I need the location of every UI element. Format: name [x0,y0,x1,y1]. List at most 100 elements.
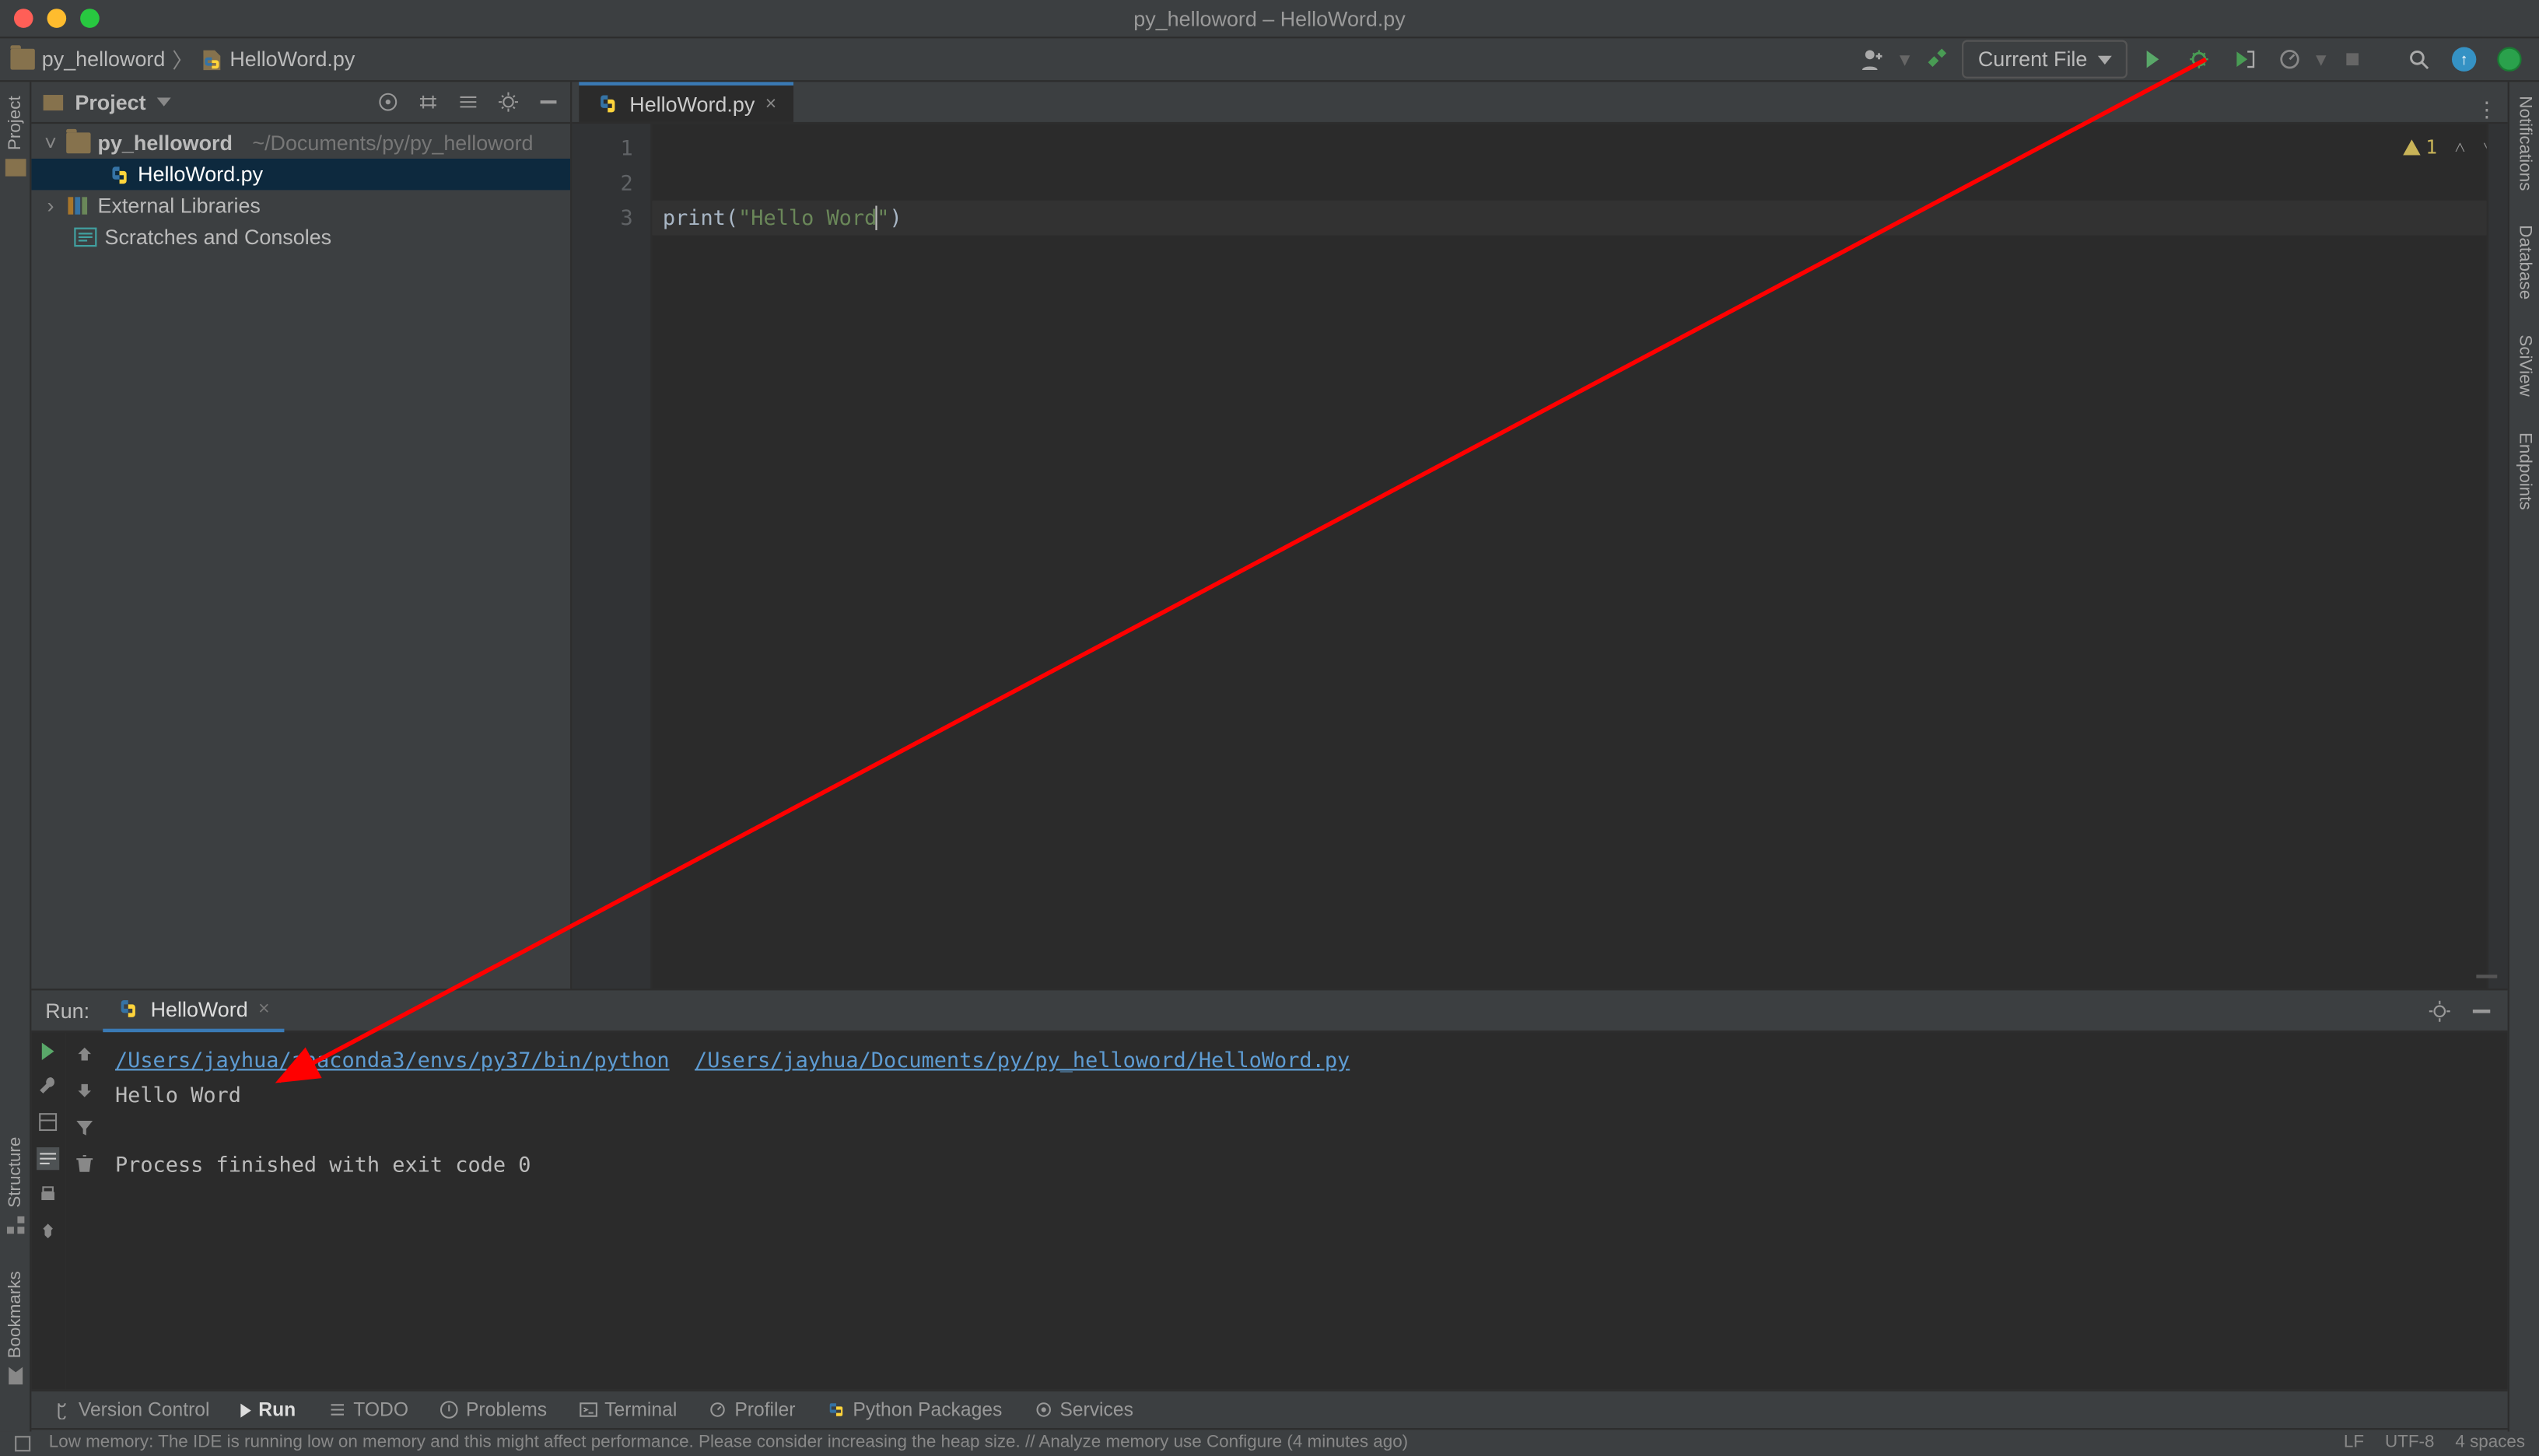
close-tab-icon[interactable]: × [765,93,776,114]
run-python-path[interactable]: /Users/jayhua/anaconda3/envs/py37/bin/py… [115,1048,670,1072]
sidebar-item-structure[interactable]: Structure [5,1138,26,1237]
editor-tab-strip: HelloWord.py × ⋮ [572,82,2507,124]
project-tree[interactable]: ˅ py_helloword ~/Documents/py/py_hellowo… [31,124,570,989]
scratches-icon [73,226,97,247]
status-indent[interactable]: 4 spaces [2455,1433,2525,1453]
sidebar-item-bookmarks[interactable]: Bookmarks [5,1271,26,1386]
editor-code[interactable]: print("Hello Word") 1 ˄ ˅ [652,124,2507,989]
bottom-item-run[interactable]: Run [241,1399,296,1420]
folder-icon [10,49,34,70]
library-icon [66,195,90,216]
stop-button[interactable] [2334,40,2372,79]
tree-external-libraries[interactable]: › External Libraries [31,190,570,221]
run-tw-tab[interactable]: HelloWord × [103,989,283,1031]
window-title: py_helloword – HelloWord.py [0,6,2539,30]
tab-overflow-icon[interactable]: ⋮ [2466,98,2508,122]
hide-icon[interactable] [537,91,559,114]
navigation-bar: py_helloword 〉 HelloWord.py ▾ Current Fi… [0,38,2539,82]
prev-highlight-icon[interactable]: ˄ [2454,131,2465,166]
window-minimize-icon[interactable] [47,9,67,28]
tree-file-label: HelloWord.py [138,162,263,186]
profile-button[interactable] [2271,40,2309,79]
sidebar-item-database[interactable]: Database [2515,226,2534,300]
bottom-item-todo[interactable]: TODO [327,1399,408,1420]
tree-file-selected[interactable]: HelloWord.py [31,159,570,190]
close-run-tab-icon[interactable]: × [258,998,269,1019]
tree-root[interactable]: ˅ py_helloword ~/Documents/py/py_hellowo… [31,128,570,159]
run-tab-label: HelloWord [151,996,248,1020]
expand-all-icon[interactable] [417,91,440,114]
run-button[interactable] [2135,40,2173,79]
sidebar-item-notifications[interactable]: Notifications [2515,96,2534,191]
gear-icon[interactable] [2428,998,2452,1022]
left-tool-stripe: Project Structure Bookmarks [0,82,31,1431]
status-message[interactable]: Low memory: The IDE is running low on me… [49,1433,2327,1453]
window-zoom-icon[interactable] [80,9,100,28]
tree-root-name: py_helloword [98,131,233,155]
pin-icon[interactable] [37,1220,59,1243]
editor-area: HelloWord.py × ⋮ 1 2 3 [572,82,2507,989]
breadcrumb[interactable]: py_helloword 〉 HelloWord.py [10,44,355,74]
folder-icon [66,132,90,153]
run-tool-window: Run: HelloWord × [31,989,2507,1390]
run-script-path[interactable]: /Users/jayhua/Documents/py/py_helloword/… [695,1048,1350,1072]
run-console-output[interactable]: /Users/jayhua/anaconda3/envs/py37/bin/py… [101,1032,2508,1390]
run-tw-title: Run: [45,998,89,1022]
bottom-item-problems[interactable]: Problems [440,1399,547,1420]
debug-button[interactable] [2180,40,2218,79]
breadcrumb-root[interactable]: py_helloword [42,47,166,72]
run-tw-header: Run: HelloWord × [31,990,2507,1032]
window-close-icon[interactable] [14,9,33,28]
bottom-item-python-packages[interactable]: Python Packages [827,1399,1003,1420]
print-icon[interactable] [37,1184,59,1206]
status-line-separator[interactable]: LF [2344,1433,2364,1453]
wrench-icon[interactable] [37,1074,59,1097]
filter-icon[interactable] [72,1116,95,1139]
chevron-right-icon: › [42,194,59,218]
locate-icon[interactable] [376,91,399,114]
project-tw-title[interactable]: Project [75,89,145,114]
python-file-icon [108,163,131,186]
update-button[interactable]: ↑ [2445,40,2483,79]
add-user-icon[interactable] [1854,40,1893,79]
project-tw-header: Project [31,82,570,124]
editor-error-stripe[interactable] [2487,124,2508,989]
chevron-down-icon[interactable] [156,98,170,107]
tree-scratches[interactable]: Scratches and Consoles [31,222,570,253]
editor-body[interactable]: 1 2 3 print("Hello Word") 1 ˄ [572,124,2507,989]
editor-resize-handle-icon[interactable] [2476,975,2497,978]
run-side-toolbar [31,1032,101,1390]
sidebar-item-sciview[interactable]: SciView [2515,335,2534,397]
gear-icon[interactable] [497,91,520,114]
sidebar-item-project[interactable]: Project [5,96,26,178]
soft-wrap-icon[interactable] [37,1147,59,1170]
ide-shield-icon[interactable] [2490,40,2528,79]
run-configuration-selector[interactable]: Current File [1963,40,2128,79]
layout-icon[interactable] [37,1111,59,1133]
bottom-item-terminal[interactable]: Terminal [579,1399,678,1420]
breadcrumb-file[interactable]: HelloWord.py [229,47,355,72]
run-coverage-button[interactable] [2225,40,2263,79]
rerun-icon[interactable] [42,1043,54,1060]
chevron-down-icon: ˅ [42,131,59,155]
down-arrow-icon[interactable] [72,1080,95,1102]
hide-icon[interactable] [2469,998,2493,1022]
editor-gutter: 1 2 3 [572,124,652,989]
status-window-icon[interactable] [14,1434,31,1451]
up-arrow-icon[interactable] [72,1043,95,1066]
trash-icon[interactable] [72,1153,95,1175]
editor-tab-label: HelloWord.py [629,92,755,116]
hammer-build-icon[interactable] [1917,40,1955,79]
search-everywhere-button[interactable] [2400,40,2438,79]
bottom-item-profiler[interactable]: Profiler [709,1399,796,1420]
bottom-item-services[interactable]: Services [1034,1399,1133,1420]
editor-tab[interactable]: HelloWord.py × [579,82,793,122]
python-icon [117,997,140,1020]
project-icon [42,91,65,114]
collapse-all-icon[interactable] [457,91,479,114]
bottom-tool-stripe: Version Control Run TODO Problems Termin… [31,1390,2507,1428]
bottom-item-version-control[interactable]: Version Control [52,1399,209,1420]
editor-inspection-widget[interactable]: 1 ˄ ˅ [2401,131,2494,166]
sidebar-item-endpoints[interactable]: Endpoints [2515,432,2534,509]
status-encoding[interactable]: UTF-8 [2385,1433,2435,1453]
